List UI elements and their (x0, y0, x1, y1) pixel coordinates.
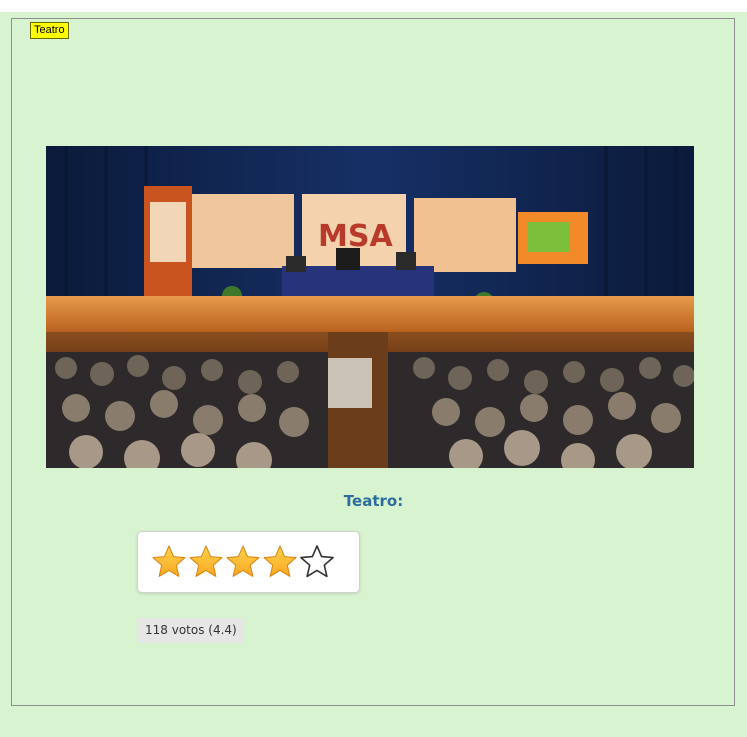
rating-star-4-filled-icon[interactable] (262, 544, 298, 580)
rating-star-3-filled-icon[interactable] (225, 544, 261, 580)
stage-illustration: MSA (46, 146, 694, 468)
rating-star-2-filled-icon[interactable] (188, 544, 224, 580)
photo-caption: Teatro: (343, 492, 404, 510)
fieldset-legend: Teatro (30, 22, 69, 39)
teatro-photo: MSA (46, 146, 694, 468)
star-rating-widget[interactable] (137, 531, 360, 593)
rating-star-5-empty-icon[interactable] (299, 544, 335, 580)
votes-count: 118 votos (4.4) (138, 618, 244, 643)
rating-star-1-filled-icon[interactable] (151, 544, 187, 580)
